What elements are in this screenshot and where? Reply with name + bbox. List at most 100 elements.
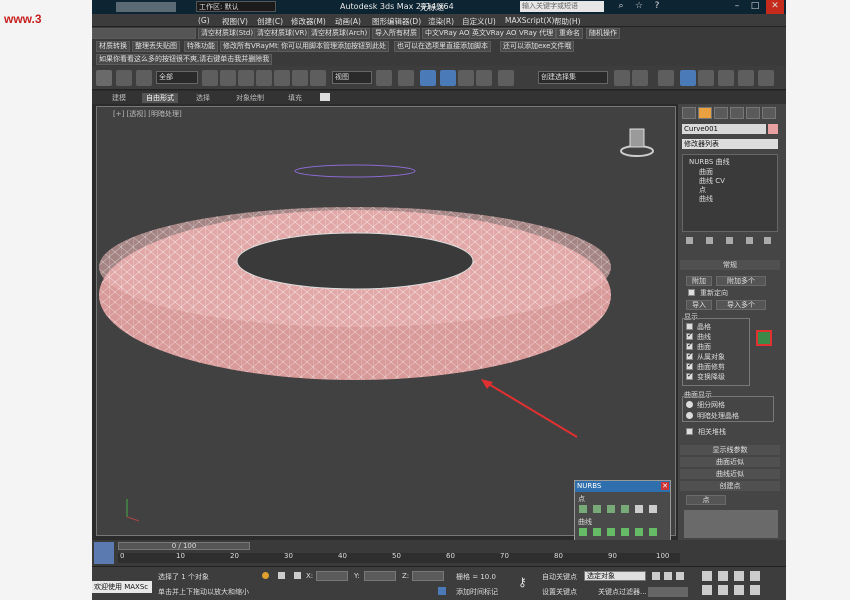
menu-modifiers[interactable]: 修改器(M)	[291, 16, 326, 27]
tab-populate[interactable]: 填充	[288, 93, 302, 103]
attach-multiple-button[interactable]: 附加多个	[716, 276, 766, 286]
surface-trims-checkbox[interactable]	[686, 361, 693, 370]
general-rollout[interactable]: 常规	[680, 260, 780, 270]
selection-filter[interactable]: 全部	[156, 71, 198, 84]
script-button[interactable]: 你可以用脚本管理添加按钮到此处	[278, 41, 389, 52]
tab-object-paint[interactable]: 对象绘制	[236, 93, 264, 103]
tab-selection[interactable]: 选择	[196, 93, 210, 103]
y-coordinate-field[interactable]	[364, 571, 396, 581]
script-button[interactable]: 也可以在选项里直接添加脚本	[394, 41, 491, 52]
reorient-checkbox[interactable]	[688, 289, 695, 296]
transform-degrade-checkbox[interactable]	[686, 371, 693, 380]
attach-button[interactable]: 附加	[686, 276, 712, 286]
menu-graph-editors[interactable]: 图形编辑器(D)	[372, 16, 421, 27]
display-line-params-rollout[interactable]: 显示线参数	[680, 445, 780, 455]
window-crossing-icon[interactable]	[256, 70, 272, 86]
zoom-icon[interactable]	[702, 571, 712, 581]
curve-tool-icon[interactable]	[579, 528, 587, 536]
lock-selection-icon[interactable]	[262, 572, 269, 579]
search-icon[interactable]: ⌕	[612, 0, 630, 14]
script-button[interactable]: 清空材质球(Arch)	[308, 28, 371, 39]
tessellated-mesh-radio[interactable]	[686, 401, 693, 408]
scale-icon[interactable]	[310, 70, 326, 86]
configure-sets-icon[interactable]	[764, 237, 771, 244]
auto-key-button[interactable]: 自动关键点	[542, 572, 577, 582]
layer-icon[interactable]	[658, 70, 674, 86]
import-button[interactable]: 导入	[686, 300, 712, 310]
maximize-icon[interactable]: □	[746, 0, 764, 14]
select-by-name-icon[interactable]	[220, 70, 236, 86]
time-tag-icon[interactable]	[438, 587, 446, 595]
motion-tab-icon[interactable]	[730, 107, 744, 119]
curve-tool-icon[interactable]	[635, 528, 643, 536]
script-button[interactable]: VRay 代理	[516, 28, 557, 39]
unlink-icon[interactable]	[116, 70, 132, 86]
goto-start-icon[interactable]	[652, 572, 660, 580]
key-icon[interactable]: ⚷	[518, 575, 527, 589]
menu-view[interactable]: 视图(V)	[222, 16, 248, 27]
ribbon-toggle-icon[interactable]	[320, 93, 330, 101]
stack-item[interactable]: NURBS 曲线	[689, 157, 730, 167]
script-button[interactable]: 清空材质球(VR)	[254, 28, 311, 39]
key-mode-dropdown[interactable]: 选定对象	[584, 571, 646, 581]
point-tool-icon[interactable]	[621, 505, 629, 513]
dependents-checkbox[interactable]	[686, 351, 693, 360]
stack-item[interactable]: 曲线	[699, 194, 713, 204]
spinner-snap-icon[interactable]	[476, 70, 492, 86]
menu-maxscript[interactable]: MAXScript(X)	[505, 16, 554, 25]
create-tab-icon[interactable]	[682, 107, 696, 119]
select-manipulate-icon[interactable]	[398, 70, 414, 86]
z-coordinate-field[interactable]	[412, 571, 444, 581]
edit-named-selection-icon[interactable]	[498, 70, 514, 86]
script-button[interactable]: 材质转换	[96, 41, 130, 52]
lattice-checkbox[interactable]	[686, 323, 693, 330]
script-button[interactable]: 随机操作	[586, 28, 620, 39]
script-button[interactable]: 还可以添加exe文件哦	[500, 41, 575, 52]
menu-item[interactable]: (G)	[198, 16, 210, 25]
point-tool-icon[interactable]	[649, 505, 657, 513]
fov-icon[interactable]	[702, 585, 712, 595]
point-tool-icon[interactable]	[607, 505, 615, 513]
key-filters-button[interactable]: 关键点过滤器...	[598, 587, 647, 597]
surfaces-checkbox[interactable]	[686, 341, 693, 350]
utilities-tab-icon[interactable]	[762, 107, 776, 119]
script-button[interactable]: 导入所有材质	[372, 28, 420, 39]
curve-tool-icon[interactable]	[621, 528, 629, 536]
prev-frame-icon[interactable]	[664, 572, 672, 580]
set-key-button[interactable]: 设置关键点	[542, 587, 577, 597]
remove-modifier-icon[interactable]	[746, 237, 753, 244]
maximize-viewport-icon[interactable]	[750, 585, 760, 595]
script-button[interactable]: 修改所有VRayMtl	[220, 41, 283, 52]
star-icon[interactable]: ☆	[630, 0, 648, 14]
curve-tool-icon[interactable]	[593, 528, 601, 536]
time-config-icon[interactable]	[94, 542, 114, 564]
zoom-extents-icon[interactable]	[734, 571, 744, 581]
curve-tool-icon[interactable]	[607, 528, 615, 536]
display-tab-icon[interactable]	[746, 107, 760, 119]
add-time-tag[interactable]: 添加时间标记	[456, 587, 498, 597]
perspective-viewport[interactable]: [+] [透视] [明暗处理] NURBS ✕ 点 曲线	[96, 106, 676, 600]
object-color-swatch[interactable]	[768, 124, 778, 134]
search-input[interactable]: 输入关键字或短语	[520, 1, 604, 12]
rotate-icon[interactable]	[292, 70, 308, 86]
x-coordinate-field[interactable]	[316, 571, 348, 581]
zoom-extents-all-icon[interactable]	[750, 571, 760, 581]
curve-approx-rollout[interactable]: 曲线近似	[680, 469, 780, 479]
percent-snap-icon[interactable]	[458, 70, 474, 86]
menu-create[interactable]: 创建(C)	[257, 16, 283, 27]
zoom-all-icon[interactable]	[718, 571, 728, 581]
object-name-field[interactable]: Curve001	[682, 124, 766, 134]
orbit-icon[interactable]	[734, 585, 744, 595]
script-button[interactable]: 整理丢失贴图	[132, 41, 180, 52]
reference-coord-dropdown[interactable]: 视图	[332, 71, 372, 84]
pan-icon[interactable]	[718, 585, 728, 595]
script-button[interactable]: 英文VRay AO	[469, 28, 520, 39]
shaded-lattice-radio[interactable]	[686, 412, 693, 419]
named-selection-sets[interactable]: 创建选择集	[538, 71, 608, 84]
render-icon[interactable]	[758, 70, 774, 86]
show-end-result-icon[interactable]	[706, 237, 713, 244]
point-tool-icon[interactable]	[579, 505, 587, 513]
menu-rendering[interactable]: 渲染(R)	[428, 16, 454, 27]
script-button[interactable]: 清空材质球(Std)	[198, 28, 257, 39]
bind-icon[interactable]	[136, 70, 152, 86]
